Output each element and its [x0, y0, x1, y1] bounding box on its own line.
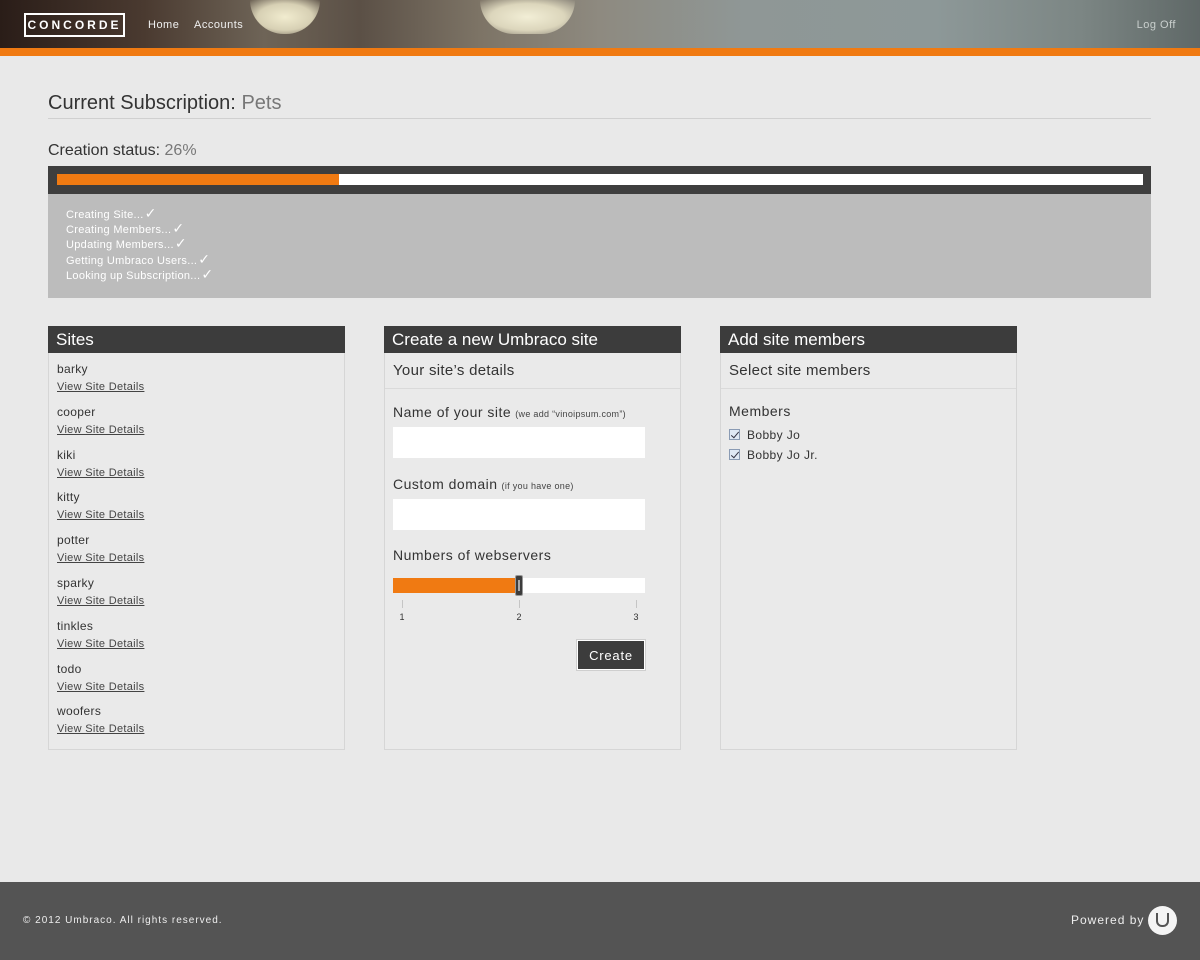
- site-name-input[interactable]: [393, 427, 645, 458]
- creation-step-text: Looking up Subscription...: [66, 269, 201, 282]
- progress-fill: [57, 174, 340, 185]
- creation-steps-list: Creating Site...✓ Creating Members...✓ Upd…: [66, 206, 213, 282]
- view-site-details-link[interactable]: View Site Details: [57, 552, 144, 565]
- site-list-item: woofers View Site Details: [57, 703, 344, 746]
- checkmark-icon: ✓: [174, 235, 187, 252]
- header-accent-bar: [0, 48, 1200, 56]
- nav-accounts-link[interactable]: Accounts: [194, 19, 243, 31]
- site-name: todo: [57, 661, 82, 676]
- custom-domain-label: Custom domain (if you have one): [393, 476, 574, 492]
- checkmark-icon: ✓: [172, 220, 185, 237]
- custom-domain-hint: (if you have one): [501, 481, 574, 491]
- view-site-details-link[interactable]: View Site Details: [57, 638, 144, 651]
- creation-progress-bar: [48, 166, 1151, 194]
- progress-track: [57, 174, 1143, 185]
- page-title: Current Subscription: Pets: [48, 92, 281, 115]
- select-members-heading: Select site members: [721, 353, 1016, 389]
- site-list-item: cooper View Site Details: [57, 404, 344, 447]
- log-off-link[interactable]: Log Off: [1137, 19, 1176, 31]
- umbraco-logo-icon[interactable]: [1148, 906, 1177, 935]
- view-site-details-link[interactable]: View Site Details: [57, 509, 144, 522]
- site-list-item: sparky View Site Details: [57, 575, 344, 618]
- copyright-text: © 2012 Umbraco. All rights reserved.: [23, 915, 223, 926]
- site-details-heading: Your site’s details: [385, 353, 680, 389]
- creation-steps-box: Creating Site...✓ Creating Members...✓ Upd…: [48, 194, 1151, 298]
- view-site-details-link[interactable]: View Site Details: [57, 467, 144, 480]
- concorde-logo[interactable]: CONCORDE: [24, 13, 125, 37]
- member-name: Bobby Jo: [747, 428, 801, 442]
- checkmark-icon: ✓: [201, 265, 214, 282]
- site-list-item: tinkles View Site Details: [57, 618, 344, 661]
- creation-status-label: Creation status:: [48, 142, 161, 159]
- slider-tick-label: 3: [633, 612, 639, 622]
- members-panel: Add site members Select site members Mem…: [720, 326, 1017, 750]
- site-list-item: todo View Site Details: [57, 661, 344, 704]
- site-name: kitty: [57, 490, 80, 505]
- member-checkbox[interactable]: [729, 448, 740, 460]
- site-name: kiki: [57, 447, 76, 462]
- creation-step: Updating Members...✓: [66, 235, 213, 252]
- creation-step-text: Creating Members...: [66, 224, 172, 237]
- sites-list: barky View Site Details cooper View Site De…: [49, 353, 344, 746]
- site-list-item: potter View Site Details: [57, 532, 344, 575]
- checkmark-icon: ✓: [144, 205, 157, 221]
- custom-domain-input[interactable]: [393, 499, 645, 530]
- top-header: CONCORDE Home Accounts Log Off: [0, 0, 1200, 56]
- subscription-label: Current Subscription:: [48, 92, 236, 114]
- member-name: Bobby Jo Jr.: [747, 447, 818, 462]
- creation-step: Creating Members...✓: [66, 220, 213, 237]
- slider-tick: [402, 600, 403, 608]
- slider-tick: [636, 600, 637, 608]
- creation-step-text: Creating Site...: [66, 209, 144, 221]
- site-name: woofers: [57, 704, 102, 719]
- site-list-item: kiki View Site Details: [57, 447, 344, 490]
- slider-tick: [519, 600, 520, 608]
- slider-handle[interactable]: [515, 575, 523, 596]
- webservers-label: Numbers of webservers: [393, 547, 552, 563]
- view-site-details-link[interactable]: View Site Details: [57, 681, 144, 694]
- creation-step-text: Updating Members...: [66, 239, 174, 252]
- site-name-label: Name of your site (we add “vinoipsum.com”…: [393, 404, 626, 420]
- view-site-details-link[interactable]: View Site Details: [57, 723, 144, 736]
- view-site-details-link[interactable]: View Site Details: [57, 595, 144, 608]
- member-checkbox[interactable]: [729, 429, 740, 440]
- creation-step-text: Getting Umbraco Users...: [66, 254, 198, 267]
- subscription-name: Pets: [241, 92, 282, 114]
- sites-panel-title: Sites: [48, 326, 345, 353]
- site-name: tinkles: [57, 618, 94, 633]
- site-name-label-text: Name of your site: [393, 404, 512, 420]
- members-label: Members: [729, 403, 791, 419]
- title-divider: [48, 118, 1151, 119]
- nav-home-link[interactable]: Home: [148, 19, 179, 31]
- member-checkbox-row[interactable]: Bobby Jo Jr.: [729, 448, 818, 462]
- creation-status-heading: Creation status: 26%: [48, 142, 197, 160]
- slider-tick-label: 2: [516, 612, 522, 622]
- create-site-panel-title: Create a new Umbraco site: [384, 326, 681, 353]
- members-panel-title: Add site members: [720, 326, 1017, 353]
- create-site-panel: Create a new Umbraco site Your site’s de…: [384, 326, 681, 750]
- creation-step: Looking up Subscription...✓: [66, 265, 214, 282]
- creation-step: Getting Umbraco Users...✓: [66, 250, 213, 267]
- creation-step: Creating Site...✓: [66, 205, 213, 222]
- create-button[interactable]: Create: [576, 639, 646, 671]
- creation-status-percent: 26%: [164, 142, 197, 159]
- webservers-slider[interactable]: [393, 575, 645, 596]
- slider-tick-label: 1: [399, 612, 405, 622]
- site-list-item: kitty View Site Details: [57, 489, 344, 532]
- powered-by-text: Powered by: [1071, 913, 1145, 927]
- view-site-details-link[interactable]: View Site Details: [57, 381, 144, 394]
- site-name: cooper: [57, 404, 96, 419]
- site-list-item: barky View Site Details: [57, 361, 344, 404]
- checkmark-icon: ✓: [198, 250, 211, 267]
- footer: © 2012 Umbraco. All rights reserved. Pow…: [0, 882, 1200, 960]
- custom-domain-label-text: Custom domain: [393, 476, 498, 492]
- site-name: sparky: [57, 575, 95, 590]
- view-site-details-link[interactable]: View Site Details: [57, 424, 144, 437]
- site-name: potter: [57, 533, 90, 548]
- site-name: barky: [57, 362, 88, 376]
- site-name-hint: (we add “vinoipsum.com”): [515, 409, 626, 419]
- sites-panel: Sites barky View Site Details cooper View S…: [48, 326, 345, 750]
- member-checkbox-row[interactable]: Bobby Jo: [729, 428, 800, 442]
- slider-fill: [393, 578, 519, 593]
